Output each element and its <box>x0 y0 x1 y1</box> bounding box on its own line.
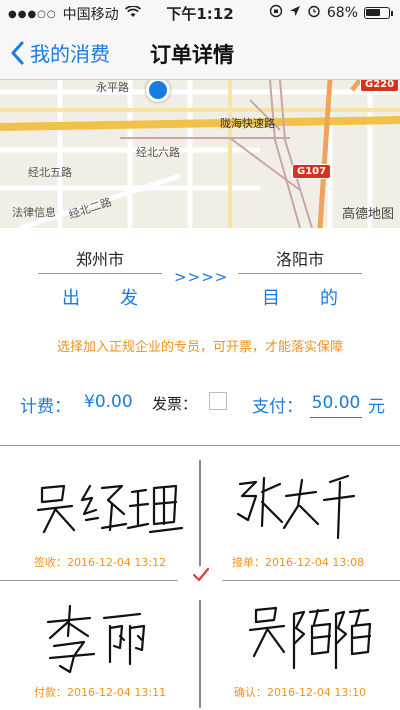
origin-underline <box>38 273 162 274</box>
battery-icon <box>364 7 393 19</box>
fee-label: 计费： <box>20 397 71 417</box>
alarm-icon <box>307 4 321 22</box>
map-label: 经北五路 <box>28 166 72 179</box>
back-button[interactable]: 我的消费 <box>10 38 110 67</box>
back-label: 我的消费 <box>30 42 110 66</box>
notice-text: 选择加入正规企业的专员，可开票，才能落实保障 <box>56 340 343 355</box>
signature-caption: 确认：2016-12-04 13:10 <box>234 686 367 699</box>
location-arrow-icon <box>289 5 301 21</box>
map-label: 永平路 <box>96 81 129 94</box>
page-title: 订单详情 <box>150 43 234 67</box>
map-roads <box>0 80 400 228</box>
route-arrows: >>>> <box>174 268 229 286</box>
navigation-bar: 我的消费 订单详情 <box>0 24 400 80</box>
destination-label: 目的 <box>262 288 378 309</box>
map-label: 法律信息 <box>12 206 56 219</box>
map-label: 经北六路 <box>136 146 180 159</box>
signature-image-driver <box>236 474 356 540</box>
map-view[interactable]: 永平路 陇海快速路 经北六路 经北五路 法律信息 经北二路 G220 G107 … <box>0 80 400 228</box>
signature-vertical-divider <box>199 460 201 566</box>
pay-amount-input[interactable] <box>310 388 362 418</box>
orientation-lock-icon <box>269 4 283 22</box>
highway-badge: G220 <box>360 80 400 92</box>
signature-image-payer <box>46 604 146 674</box>
status-bar: ●●●○○ 中国移动 下午1:12 68% <box>0 0 400 24</box>
signature-image-confirmer <box>248 606 372 670</box>
signature-caption: 签收：2016-12-04 13:12 <box>34 556 167 569</box>
map-provider-logo: 高德地图 <box>341 207 394 222</box>
signature-vertical-divider <box>199 600 201 708</box>
origin-city: 郑州市 <box>75 250 124 269</box>
signature-middle-divider <box>222 580 400 581</box>
origin-label: 出发 <box>62 288 178 309</box>
map-label: 陇海快速路 <box>220 117 275 130</box>
chevron-left-icon <box>11 41 24 64</box>
status-right: 68% <box>269 4 393 22</box>
destination-underline <box>238 273 362 274</box>
destination-city: 洛阳市 <box>275 250 324 269</box>
pay-label: 支付： <box>252 397 303 417</box>
check-icon <box>192 567 210 582</box>
invoice-checkbox[interactable] <box>209 392 227 410</box>
battery-percent: 68% <box>326 5 358 21</box>
signature-middle-divider <box>0 580 178 581</box>
invoice-label: 发票： <box>152 395 198 413</box>
currency-unit: 元 <box>368 397 385 417</box>
highway-badge: G107 <box>292 164 332 179</box>
signature-image-receiver <box>36 484 184 534</box>
signature-caption: 付款：2016-12-04 13:11 <box>34 686 167 699</box>
signature-caption: 接单：2016-12-04 13:08 <box>232 556 365 569</box>
fee-value: ¥0.00 <box>84 392 133 412</box>
signature-top-divider <box>0 445 400 446</box>
